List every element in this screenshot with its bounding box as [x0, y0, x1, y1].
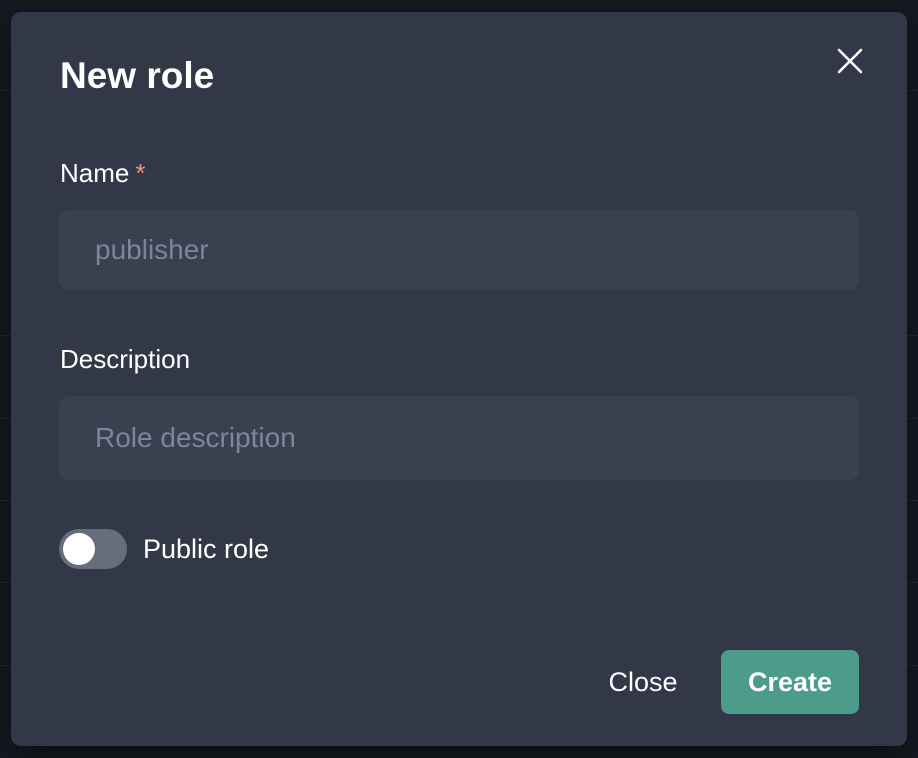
name-label: Name * — [60, 157, 145, 189]
description-input[interactable] — [59, 396, 859, 480]
close-icon[interactable] — [833, 44, 867, 78]
create-button[interactable]: Create — [721, 650, 859, 714]
close-button[interactable]: Close — [589, 650, 697, 714]
required-marker: * — [135, 158, 146, 188]
new-role-dialog: New role Name* Description Public role C… — [11, 12, 907, 746]
name-label-text: Name — [60, 158, 130, 188]
public-role-toggle[interactable] — [59, 529, 127, 569]
dialog-title: New role — [60, 55, 215, 96]
description-label: Description — [60, 344, 191, 374]
toggle-knob — [63, 533, 95, 565]
name-input[interactable] — [59, 210, 859, 290]
public-role-label: Public role — [143, 534, 270, 564]
